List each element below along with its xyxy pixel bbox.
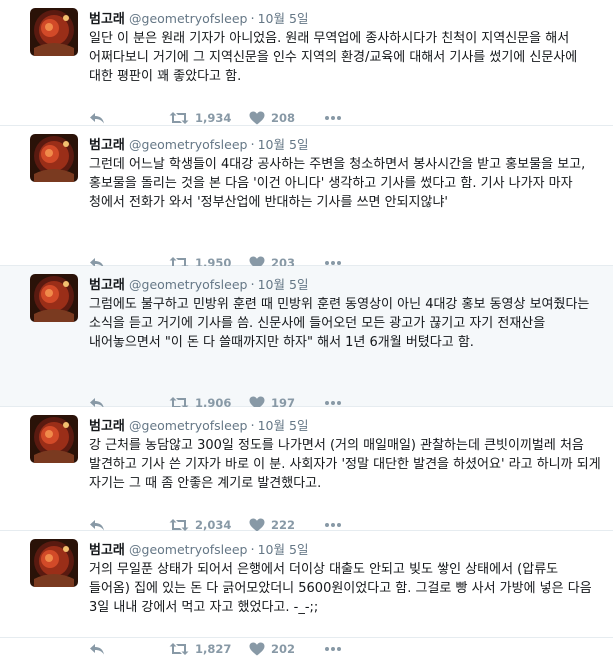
tweet-header: 범고래 @geometryofsleep · 10월 5일 — [89, 276, 308, 295]
tweet[interactable]: 범고래 @geometryofsleep · 10월 5일그럼에도 불구하고 민방위… — [0, 266, 613, 410]
reply-icon — [89, 642, 105, 656]
tweet[interactable]: 범고래 @geometryofsleep · 10월 5일일단 이 분은 원래 기자… — [0, 0, 613, 126]
heart-icon — [249, 642, 265, 656]
retweet-icon — [169, 642, 189, 656]
like-button[interactable]: 208 — [249, 111, 324, 125]
retweet-button[interactable]: 2,034 — [169, 518, 249, 532]
display-name[interactable]: 범고래 — [89, 419, 125, 434]
timestamp[interactable]: 10월 5일 — [258, 137, 309, 152]
tweet-text: 그런데 어느날 학생들이 4대강 공사하는 주변을 청소하면서 봉사시간을 받고… — [89, 157, 586, 210]
tweet-text: 거의 무일푼 상태가 되어서 은행에서 더이상 대출도 안되고 빚도 쌓인 상태… — [89, 562, 592, 615]
more-dots-icon — [324, 400, 342, 406]
more-options-button[interactable] — [324, 115, 354, 121]
more-options-button[interactable] — [324, 400, 354, 406]
retweet-count: 1,827 — [195, 642, 232, 656]
tweet-text: 강 근처를 농담않고 300일 정도를 나가면서 (거의 매일매일) 관찰하는데… — [89, 438, 601, 491]
tweet-header: 범고래 @geometryofsleep · 10월 5일 — [89, 417, 308, 436]
tweet-header: 범고래 @geometryofsleep · 10월 5일 — [89, 136, 308, 155]
tweet-actions: 1,934 208 — [89, 108, 354, 128]
more-options-button[interactable] — [324, 522, 354, 528]
username-handle[interactable]: @geometryofsleep — [129, 137, 247, 152]
timestamp[interactable]: 10월 5일 — [258, 418, 309, 433]
display-name[interactable]: 범고래 — [89, 12, 125, 27]
reply-button[interactable] — [89, 111, 169, 125]
retweet-count: 2,034 — [195, 518, 232, 532]
more-dots-icon — [324, 646, 342, 652]
separator-dot: · — [250, 419, 255, 434]
display-name[interactable]: 범고래 — [89, 543, 125, 558]
username-handle[interactable]: @geometryofsleep — [129, 542, 247, 557]
retweet-button[interactable]: 1,827 — [169, 642, 249, 656]
more-dots-icon — [324, 115, 342, 121]
display-name[interactable]: 범고래 — [89, 278, 125, 293]
separator-dot: · — [250, 278, 255, 293]
tweet-header: 범고래 @geometryofsleep · 10월 5일 — [89, 541, 308, 560]
username-handle[interactable]: @geometryofsleep — [129, 11, 247, 26]
heart-icon — [249, 111, 265, 125]
timestamp[interactable]: 10월 5일 — [258, 11, 309, 26]
username-handle[interactable]: @geometryofsleep — [129, 418, 247, 433]
tweet[interactable]: 범고래 @geometryofsleep · 10월 5일강 근처를 농담않고 30… — [0, 407, 613, 532]
retweet-icon — [169, 111, 189, 125]
reply-button[interactable] — [89, 518, 169, 532]
retweet-icon — [169, 518, 189, 532]
tweet-text: 그럼에도 불구하고 민방위 훈련 때 민방위 훈련 동영상이 아닌 4대강 홍보… — [89, 297, 590, 350]
tweet-header: 범고래 @geometryofsleep · 10월 5일 — [89, 10, 308, 29]
avatar[interactable] — [30, 415, 78, 463]
reply-icon — [89, 111, 105, 125]
heart-icon — [249, 518, 265, 532]
like-button[interactable]: 222 — [249, 518, 324, 532]
like-count: 208 — [271, 111, 296, 125]
separator-dot: · — [250, 138, 255, 153]
retweet-count: 1,934 — [195, 111, 232, 125]
tweet-actions: 1,827 202 — [89, 639, 354, 659]
retweet-button[interactable]: 1,934 — [169, 111, 249, 125]
more-dots-icon — [324, 522, 342, 528]
avatar[interactable] — [30, 134, 78, 182]
reply-icon — [89, 518, 105, 532]
tweet[interactable]: 범고래 @geometryofsleep · 10월 5일그런데 어느날 학생들이 … — [0, 126, 613, 270]
username-handle[interactable]: @geometryofsleep — [129, 277, 247, 292]
timestamp[interactable]: 10월 5일 — [258, 542, 309, 557]
avatar[interactable] — [30, 539, 78, 587]
like-count: 202 — [271, 642, 296, 656]
more-options-button[interactable] — [324, 646, 354, 652]
display-name[interactable]: 범고래 — [89, 138, 125, 153]
separator-dot: · — [250, 12, 255, 27]
like-button[interactable]: 202 — [249, 642, 324, 656]
timestamp[interactable]: 10월 5일 — [258, 277, 309, 292]
like-count: 222 — [271, 518, 296, 532]
tweet-text: 일단 이 분은 원래 기자가 아니었음. 원래 무역업에 종사하시다가 친척이 … — [89, 31, 578, 84]
reply-button[interactable] — [89, 642, 169, 656]
avatar[interactable] — [30, 274, 78, 322]
avatar[interactable] — [30, 8, 78, 56]
separator-dot: · — [250, 543, 255, 558]
tweet[interactable]: 범고래 @geometryofsleep · 10월 5일거의 무일푼 상태가 되어… — [0, 531, 613, 656]
